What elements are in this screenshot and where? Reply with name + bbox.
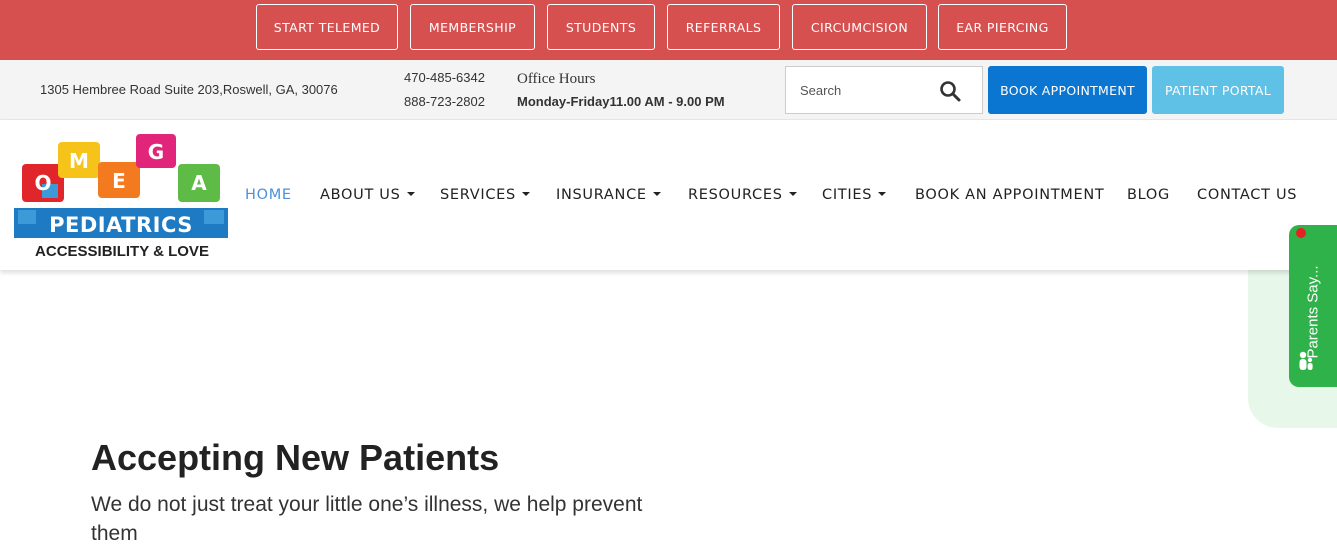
main-nav-bar: O M E G A PEDIATRICS ACCESSIBILITY & LOV… bbox=[0, 120, 1337, 270]
phone-number-primary[interactable]: 470-485-6342 bbox=[404, 70, 485, 85]
nav-insurance[interactable]: INSURANCE bbox=[556, 187, 661, 203]
circumcision-button[interactable]: CIRCUMCISION bbox=[792, 4, 927, 50]
start-telemed-button[interactable]: START TELEMED bbox=[256, 4, 398, 50]
search-icon[interactable] bbox=[938, 79, 962, 103]
nav-contact-us[interactable]: CONTACT US bbox=[1197, 187, 1297, 203]
patient-portal-button[interactable]: PATIENT PORTAL bbox=[1152, 66, 1284, 114]
top-links-bar: START TELEMED MEMBERSHIP STUDENTS REFERR… bbox=[0, 0, 1337, 60]
nav-services[interactable]: SERVICES bbox=[440, 187, 530, 203]
chevron-down-icon bbox=[406, 192, 415, 196]
membership-button[interactable]: MEMBERSHIP bbox=[410, 4, 535, 50]
ear-piercing-button[interactable]: EAR PIERCING bbox=[938, 4, 1067, 50]
book-appointment-button[interactable]: BOOK APPOINTMENT bbox=[988, 66, 1147, 114]
nav-about-us[interactable]: ABOUT US bbox=[320, 187, 415, 203]
search-input[interactable] bbox=[786, 67, 936, 113]
nav-book-an-appointment[interactable]: BOOK AN APPOINTMENT bbox=[915, 187, 1105, 203]
phone-number-secondary[interactable]: 888-723-2802 bbox=[404, 94, 485, 109]
office-hours-value: Monday-Friday11.00 AM - 9.00 PM bbox=[517, 94, 725, 109]
logo-name: PEDIATRICS bbox=[49, 213, 193, 237]
chevron-down-icon bbox=[652, 192, 661, 196]
office-hours-title: Office Hours bbox=[517, 71, 596, 87]
nav-home[interactable]: HOME bbox=[245, 187, 292, 203]
notification-dot bbox=[1296, 228, 1306, 238]
search-box bbox=[785, 66, 983, 114]
chevron-down-icon bbox=[878, 192, 887, 196]
logo-tagline: ACCESSIBILITY & LOVE bbox=[35, 243, 209, 260]
hero-subtitle: We do not just treat your little one’s i… bbox=[91, 493, 643, 545]
nav-cities[interactable]: CITIES bbox=[822, 187, 887, 203]
chevron-down-icon bbox=[788, 192, 797, 196]
omega-pediatrics-logo[interactable]: O M E G A PEDIATRICS ACCESSIBILITY & LOV… bbox=[14, 128, 232, 260]
chevron-down-icon bbox=[521, 192, 530, 196]
students-button[interactable]: STUDENTS bbox=[547, 4, 655, 50]
info-bar: 1305 Hembree Road Suite 203,Roswell, GA,… bbox=[0, 60, 1337, 120]
nav-blog[interactable]: BLOG bbox=[1127, 187, 1170, 203]
nav-resources[interactable]: RESOURCES bbox=[688, 187, 797, 203]
clinic-address: 1305 Hembree Road Suite 203,Roswell, GA,… bbox=[40, 82, 338, 97]
logo-letter-o: O bbox=[34, 171, 51, 195]
people-icon bbox=[1299, 351, 1313, 370]
referrals-button[interactable]: REFERRALS bbox=[667, 4, 780, 50]
logo-letter-g: G bbox=[148, 140, 164, 164]
logo-letter-e: E bbox=[112, 169, 126, 193]
logo-letter-m: M bbox=[69, 149, 89, 173]
parents-say-label[interactable]: Parents Say... bbox=[1305, 265, 1322, 358]
page-title: Accepting New Patients bbox=[91, 437, 500, 478]
logo-letter-a: A bbox=[191, 171, 207, 195]
